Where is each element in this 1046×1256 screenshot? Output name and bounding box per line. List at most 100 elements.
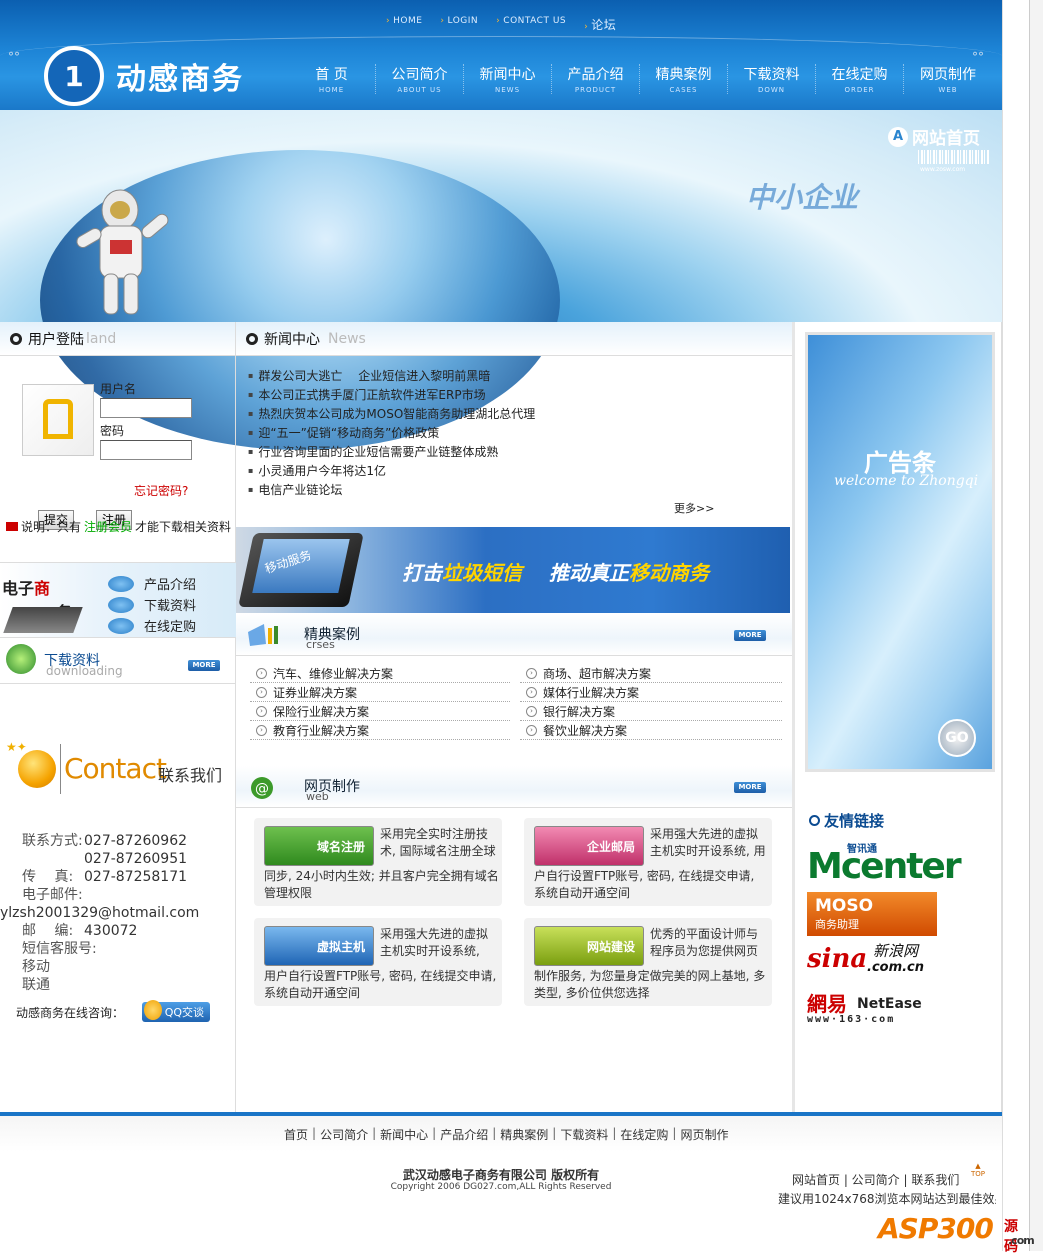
case-item[interactable]: › 汽车、维修业解决方案 — [250, 664, 510, 683]
case-item[interactable]: › 证券业解决方案 — [250, 683, 510, 702]
footer-link[interactable]: 首页 — [284, 1126, 308, 1143]
sina-cn: 新浪网 — [873, 942, 919, 960]
service-hosting[interactable]: 虚拟主机 采用强大先进的虚拟主机实时开设系统, 用户自行设置FTP账号, 密码,… — [254, 918, 502, 1006]
case-item[interactable]: › 银行解决方案 — [520, 702, 782, 721]
web-header: @ 网页制作 web MORE — [236, 766, 792, 808]
forgot-password-link[interactable]: 忘记密码? — [134, 482, 188, 499]
banner-home-link[interactable]: A 网站首页 — [888, 124, 980, 149]
top-link-home[interactable]: › HOME — [386, 16, 422, 33]
nav-item-cases[interactable]: 精典案例 CASES — [640, 64, 728, 94]
logo[interactable]: 1 动感商务 — [44, 46, 244, 106]
web-more-button[interactable]: MORE — [734, 782, 766, 793]
footer-link[interactable]: 公司简介 — [320, 1126, 368, 1143]
news-item[interactable]: 本公司正式携手厦门正航软件进军ERP市场 — [248, 385, 535, 404]
slogan-part: 移动商务 — [628, 561, 709, 585]
netease-logo[interactable]: 網易 NetEase www·163·com — [807, 988, 922, 1025]
ebiz-item-download[interactable]: 下载资料 — [108, 594, 196, 615]
download-more-button[interactable]: MORE — [188, 660, 220, 671]
go-button[interactable]: GO — [938, 719, 976, 757]
zip-label: 邮 编: — [22, 923, 74, 939]
case-label: 商场、超市解决方案 — [543, 666, 652, 681]
nav-item-home[interactable]: 首 页 HOME — [288, 64, 376, 94]
news-more-link[interactable]: 更多>> — [674, 500, 714, 516]
top-links: › HOME › LOGIN › CONTACT US › 论坛 — [386, 16, 616, 33]
qq-consult: 动感商务在线咨询： QQ交谈 — [16, 1000, 211, 1022]
banner-home-label: 网站首页 — [912, 129, 980, 149]
enterprise-mail-tag: 企业邮局 — [534, 826, 644, 866]
nav-cn: 公司简介 — [391, 67, 448, 83]
case-item[interactable]: › 餐饮业解决方案 — [520, 721, 782, 740]
ebiz-item-order[interactable]: 在线定购 — [108, 615, 196, 636]
vertical-scrollbar[interactable] — [1002, 0, 1046, 1251]
nav-en: PRODUCT — [574, 86, 617, 94]
footer-nav: 首页 | 公司简介 | 新闻中心 | 产品介绍 | 精典案例 | 下载资料 | 在线定购 | … — [284, 1126, 729, 1143]
logo-icon: 1 — [44, 46, 104, 106]
astronaut-image — [76, 189, 169, 315]
mcenter-logo[interactable]: 智讯通 Mcenter — [807, 844, 962, 887]
news-title-en: News — [328, 330, 366, 347]
ad-banner[interactable]: 广告条 welcome to Zhongqi GO — [805, 332, 995, 772]
ebiz-item-label: 下载资料 — [144, 599, 197, 614]
news-item[interactable]: 热烈庆贺本公司成为MOSO智能商务助理湖北总代理 — [248, 404, 535, 423]
ebiz-item-label: 在线定购 — [144, 620, 197, 635]
news-item[interactable]: 迎“五一”促销“移动商务”价格政策 — [248, 423, 535, 442]
news-item[interactable]: 电信产业链论坛 — [248, 480, 535, 499]
nav-item-web[interactable]: 网页制作 WEB — [904, 64, 992, 94]
service-mail[interactable]: 企业邮局 采用强大先进的虚拟主机实时开设系统, 用 户自行设置FTP账号, 密码… — [524, 818, 772, 906]
top-link-login-label: LOGIN — [447, 16, 479, 26]
case-item[interactable]: › 媒体行业解决方案 — [520, 683, 782, 702]
service-domain[interactable]: 域名注册 采用完全实时注册技术, 国际域名注册全球 同步, 24小时内生效; 并… — [254, 818, 502, 906]
email-value[interactable]: ylzsh2001329@hotmail.com — [0, 904, 199, 922]
case-item[interactable]: › 商场、超市解决方案 — [520, 664, 782, 683]
nav-item-about[interactable]: 公司简介 ABOUT US — [376, 64, 464, 94]
netease-en: NetEase — [857, 996, 922, 1012]
nav-item-product[interactable]: 产品介绍 PRODUCT — [552, 64, 640, 94]
ebiz-item-product[interactable]: 产品介绍 — [108, 573, 196, 594]
top-link-login[interactable]: › LOGIN — [440, 16, 478, 33]
login-form: 用户名 密码 提交 注册 — [0, 356, 235, 530]
footer-link[interactable]: 产品介绍 — [440, 1126, 488, 1143]
nav-item-order[interactable]: 在线定购 ORDER — [816, 64, 904, 94]
register-member-link[interactable]: 注册会员 — [84, 518, 132, 535]
cases-more-button[interactable]: MORE — [734, 630, 766, 641]
nav-item-down[interactable]: 下载资料 DOWN — [728, 64, 816, 94]
top-link-contact-label: CONTACT US — [503, 16, 567, 26]
footer-link[interactable]: 下载资料 — [560, 1126, 608, 1143]
username-input[interactable] — [100, 398, 192, 418]
nav-item-news[interactable]: 新闻中心 NEWS — [464, 64, 552, 94]
news-item[interactable]: 小灵通用户今年将达1亿 — [248, 461, 535, 480]
case-label: 汽车、维修业解决方案 — [273, 666, 394, 681]
mouse-icon — [108, 596, 134, 613]
sina-logo[interactable]: sina 新浪网 .com.cn — [807, 942, 924, 975]
email-label: 电子邮件: — [22, 887, 83, 903]
news-item[interactable]: 行业咨询里面的企业短信需要产业链整体成熟 — [248, 442, 535, 461]
case-item[interactable]: › 保险行业解决方案 — [250, 702, 510, 721]
news-item[interactable]: 群发公司大逃亡 企业短信进入黎明前黑暗 — [248, 366, 535, 385]
case-label: 银行解决方案 — [543, 704, 616, 719]
footer-link[interactable]: 在线定购 — [620, 1126, 668, 1143]
scrollbar-track[interactable] — [1029, 0, 1043, 1251]
footer-link[interactable]: 网页制作 — [680, 1126, 728, 1143]
service-desc: 制作服务, 为您量身定做完美的网上基地, 多类型, 多价位供您选择 — [534, 969, 766, 1000]
arrow-icon: › — [526, 686, 537, 698]
download-header: 下载资料 downloading MORE — [0, 640, 236, 684]
bubble-icon: °° — [972, 50, 984, 64]
moso-logo[interactable]: MOSO 商务助理 — [807, 892, 937, 936]
back-to-top-button[interactable]: ▲ TOP — [968, 1162, 988, 1182]
top-link-forum[interactable]: › 论坛 — [584, 16, 616, 33]
netease-cn: 網易 — [807, 992, 847, 1016]
case-label: 餐饮业解决方案 — [543, 723, 628, 738]
main-nav: 首 页 HOME 公司简介 ABOUT US 新闻中心 NEWS 产品介绍 PRODUC… — [288, 64, 992, 94]
footer-link[interactable]: 新闻中心 — [380, 1126, 428, 1143]
phone-value: 027-87260962 — [84, 833, 188, 849]
top-link-contact[interactable]: › CONTACT US — [496, 16, 566, 33]
qq-chat-button[interactable]: QQ交谈 — [142, 1000, 211, 1022]
bullet-icon — [246, 332, 258, 345]
footer-quick-links[interactable]: 网站首页 | 公司简介 | 联系我们 — [792, 1171, 959, 1188]
service-website[interactable]: 网站建设 优秀的平面设计师与程序员为您提供网页 制作服务, 为您量身定做完美的网… — [524, 918, 772, 1006]
footer-link[interactable]: 精典案例 — [500, 1126, 548, 1143]
password-input[interactable] — [100, 440, 192, 460]
ball-icon — [18, 750, 56, 788]
case-item[interactable]: › 教育行业解决方案 — [250, 721, 510, 740]
login-note: 说明：只有 注册会员 才能下载相关资料 — [6, 518, 231, 535]
